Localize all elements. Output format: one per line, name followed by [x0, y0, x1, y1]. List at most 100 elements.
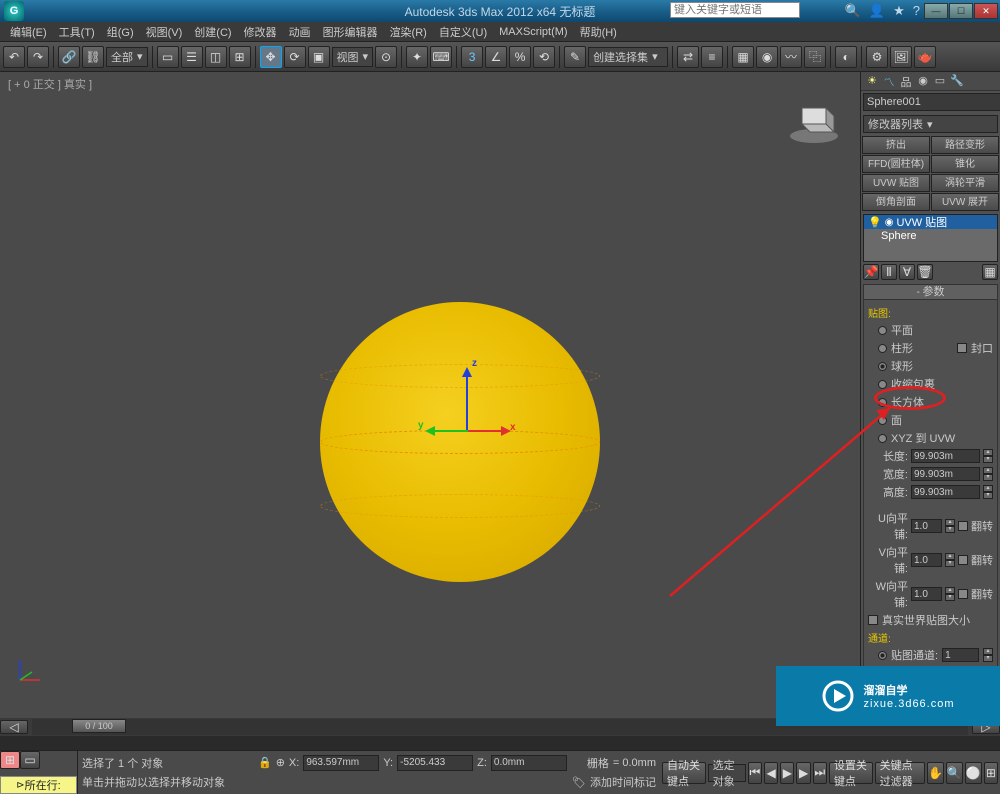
y-coord-input[interactable] [397, 755, 473, 771]
rotate-button[interactable]: ⟳ [284, 46, 306, 68]
radio-spherical[interactable]: 球形 [878, 358, 993, 374]
pan-icon[interactable]: ✋ [927, 762, 944, 784]
unlink-button[interactable]: ⛓ [82, 46, 104, 68]
render-button[interactable]: 🫖 [914, 46, 936, 68]
search-input[interactable] [670, 2, 800, 18]
vflip-checkbox[interactable] [958, 555, 968, 565]
show-result-icon[interactable]: Ⅱ [881, 264, 897, 280]
render-setup-button[interactable]: ⚙ [866, 46, 888, 68]
btn-bevelprof[interactable]: 倒角剖面 [862, 193, 930, 211]
selection-scope-dropdown[interactable]: 全部 ▾ [106, 47, 148, 67]
utile-spinner[interactable]: 1.0 [911, 519, 942, 533]
selection-set-dropdown[interactable]: 创建选择集 ▾ [588, 47, 668, 67]
listener-btn[interactable]: ▭ [20, 751, 40, 769]
config-icon[interactable]: ▦ [982, 264, 998, 280]
mapch-spinner[interactable]: 1 [942, 648, 979, 662]
z-coord-input[interactable] [491, 755, 567, 771]
play-icon[interactable]: ▶ [780, 762, 794, 784]
setkey-button[interactable]: 设置关键点 [829, 762, 873, 784]
undo-button[interactable]: ↶ [3, 46, 25, 68]
edit-set-button[interactable]: ✎ [564, 46, 586, 68]
search-icon[interactable]: 🔍 [845, 3, 861, 19]
layer-button[interactable]: ▦ [732, 46, 754, 68]
utilities-tab-icon[interactable]: 🔧 [950, 74, 964, 88]
hierarchy-tab-icon[interactable]: 品 [899, 74, 913, 88]
viewcube-icon[interactable] [786, 90, 842, 146]
favorite-icon[interactable]: ★ [893, 3, 905, 19]
radio-xyz[interactable]: XYZ 到 UVW [878, 430, 993, 446]
down-icon[interactable]: ▾ [983, 456, 993, 463]
goto-start-icon[interactable]: ⏮ [748, 762, 762, 784]
menu-create[interactable]: 创建(C) [188, 24, 237, 40]
stack-sphere[interactable]: Sphere [864, 229, 997, 243]
uflip-checkbox[interactable] [958, 521, 968, 531]
up-icon[interactable]: ▴ [983, 449, 993, 456]
schematic-button[interactable]: ⿻ [804, 46, 826, 68]
next-frame-icon[interactable]: ▶ [796, 762, 810, 784]
transform-gizmo[interactable]: x y z [438, 402, 498, 462]
snap-button[interactable]: 3 [461, 46, 483, 68]
viewport-label[interactable]: [ + 0 正交 ] 真实 ] [8, 76, 92, 92]
radio-planar[interactable]: 平面 [878, 322, 993, 338]
pin-stack-icon[interactable]: 📌 [863, 264, 879, 280]
link-button[interactable]: 🔗 [58, 46, 80, 68]
y-axis-icon[interactable] [428, 430, 468, 432]
menu-graph[interactable]: 图形编辑器 [317, 24, 384, 40]
goto-end-icon[interactable]: ⏭ [813, 762, 827, 784]
radio-box[interactable]: 长方体 [878, 394, 993, 410]
width-spinner[interactable]: 99.903m [911, 467, 980, 481]
window-crossing-button[interactable]: ⊞ [229, 46, 251, 68]
height-spinner[interactable]: 99.903m [911, 485, 980, 499]
btn-pathdeform[interactable]: 路径变形 [931, 136, 999, 154]
keyfilter-button[interactable]: 关键点过滤器 [875, 762, 925, 784]
vtile-spinner[interactable]: 1.0 [911, 553, 942, 567]
btn-taper[interactable]: 锥化 [931, 155, 999, 173]
timetag-icon[interactable]: 🏷 [572, 776, 586, 789]
add-timetag[interactable]: 添加时间标记 [590, 774, 656, 790]
align-button[interactable]: ≡ [701, 46, 723, 68]
wtile-spinner[interactable]: 1.0 [911, 587, 942, 601]
help-search[interactable] [670, 2, 800, 18]
menu-view[interactable]: 视图(V) [140, 24, 189, 40]
percent-snap-button[interactable]: % [509, 46, 531, 68]
menu-customize[interactable]: 自定义(U) [433, 24, 493, 40]
btn-uvwunwrap[interactable]: UVW 展开 [931, 193, 999, 211]
menu-render[interactable]: 渲染(R) [384, 24, 433, 40]
select-name-button[interactable]: ☰ [181, 46, 203, 68]
prev-frame-icon[interactable]: ◀ [764, 762, 778, 784]
signin-icon[interactable]: 👤 [869, 3, 885, 19]
script-mini-btn[interactable]: ⊞ [0, 751, 20, 769]
menu-maxscript[interactable]: MAXScript(M) [493, 26, 573, 38]
curve-editor-button[interactable]: 〰 [780, 46, 802, 68]
rollout-header[interactable]: - 参数 [863, 284, 998, 300]
graphite-button[interactable]: ◉ [756, 46, 778, 68]
material-button[interactable]: ◐ [835, 46, 857, 68]
track-bar[interactable] [0, 736, 1000, 750]
minimize-button[interactable]: — [924, 3, 948, 19]
angle-snap-button[interactable]: ∠ [485, 46, 507, 68]
help-icon[interactable]: ? [913, 3, 920, 19]
scale-button[interactable]: ▣ [308, 46, 330, 68]
z-axis-icon[interactable] [466, 372, 468, 432]
maximize-button[interactable]: ☐ [949, 3, 973, 19]
radio-cylindrical[interactable]: 柱形封口 [878, 340, 993, 356]
pivot-button[interactable]: ⊙ [375, 46, 397, 68]
menu-edit[interactable]: 编辑(E) [4, 24, 53, 40]
manip-button[interactable]: ✦ [406, 46, 428, 68]
realworld-checkbox[interactable] [868, 615, 878, 625]
mapch-radio[interactable] [878, 651, 887, 660]
btn-uvwmap[interactable]: UVW 贴图 [862, 174, 930, 192]
redo-button[interactable]: ↷ [27, 46, 49, 68]
display-tab-icon[interactable]: ▭ [933, 74, 947, 88]
menu-modifiers[interactable]: 修改器 [238, 24, 283, 40]
select-region-button[interactable]: ◫ [205, 46, 227, 68]
wflip-checkbox[interactable] [958, 589, 968, 599]
motion-tab-icon[interactable]: ◉ [916, 74, 930, 88]
select-button[interactable]: ▭ [157, 46, 179, 68]
object-name-input[interactable] [863, 93, 1000, 111]
coord-mode-icon[interactable]: ⊕ [276, 756, 285, 769]
remove-mod-icon[interactable]: 🗑 [917, 264, 933, 280]
menu-animation[interactable]: 动画 [283, 24, 317, 40]
stack-uvwmap[interactable]: 💡◉ UVW 贴图 [864, 215, 997, 229]
ref-coord-dropdown[interactable]: 视图 ▾ [332, 47, 374, 67]
